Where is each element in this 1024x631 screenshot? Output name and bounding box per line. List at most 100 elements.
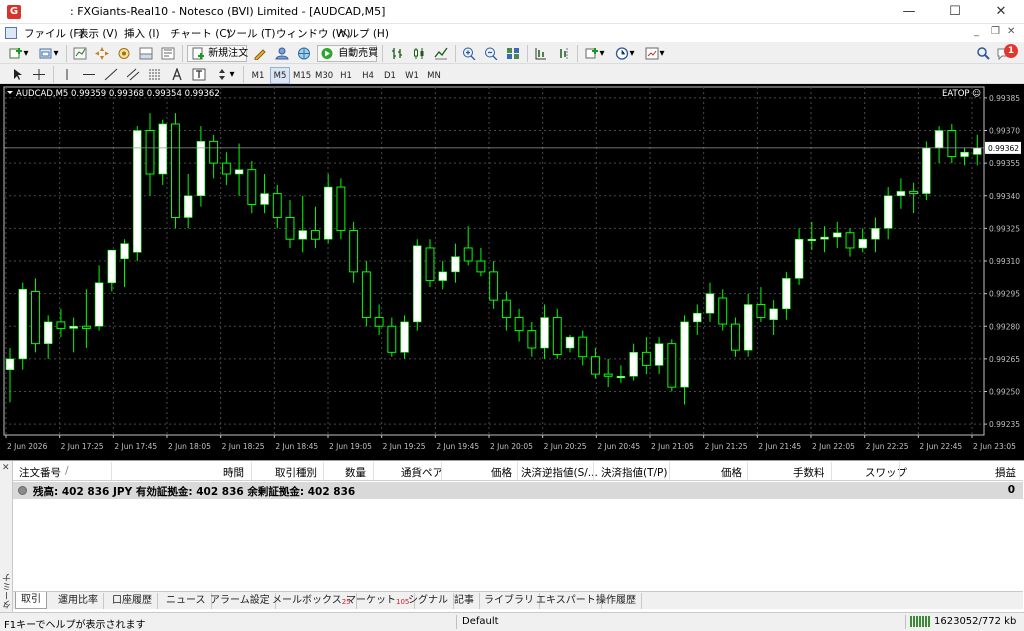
templates-button[interactable]: ▾ (642, 45, 668, 62)
timeframe-w1[interactable]: W1 (402, 67, 422, 84)
timeframe-mn[interactable]: MN (424, 67, 444, 84)
candle-body-bear (171, 123, 180, 218)
status-connection[interactable]: 1623052/772 kb (934, 616, 1016, 627)
maximize-button[interactable]: ☐ (932, 0, 978, 24)
col-profit[interactable]: 損益 (995, 465, 1016, 480)
timeframe-d1[interactable]: D1 (380, 67, 400, 84)
menu-view[interactable]: 表示 (V) (78, 26, 118, 41)
col-order[interactable]: 注文番号 (19, 465, 61, 480)
candle-body-bear (361, 271, 371, 319)
tab-alerts[interactable]: アラーム設定 (205, 593, 276, 609)
tab-exposure[interactable]: 運用比率 (53, 593, 104, 609)
col-volume[interactable]: 数量 (345, 465, 366, 480)
candle-body-bull (654, 343, 664, 366)
tab-trade[interactable]: 取引 (15, 592, 47, 609)
close-button[interactable]: ✕ (978, 0, 1024, 24)
col-price[interactable]: 価格 (491, 465, 512, 480)
fibonacci-button[interactable] (146, 66, 164, 83)
tab-news[interactable]: ニュース (161, 593, 212, 609)
bar-chart-button[interactable] (388, 45, 406, 62)
candle-body-bear (56, 321, 66, 329)
horizontal-line-icon (83, 73, 95, 75)
chart-window-icon[interactable] (5, 27, 17, 39)
mdi-minimize-button[interactable]: _ (974, 26, 979, 37)
vps-button[interactable] (295, 45, 313, 62)
candle-body-bull (413, 245, 422, 323)
col-current-price[interactable]: 価格 (721, 465, 742, 480)
col-sort-indicator: / (65, 465, 69, 477)
market-watch-button[interactable] (71, 45, 89, 62)
timeframe-h1[interactable]: H1 (336, 67, 356, 84)
search-button[interactable] (974, 45, 992, 62)
text-a-icon (172, 67, 182, 80)
menu-file[interactable]: ファイル (F) (24, 26, 84, 41)
zoom-in-button[interactable] (460, 45, 478, 62)
candle-body-bull (973, 147, 982, 155)
ea-label[interactable]: EATOP ☺ (942, 89, 981, 99)
status-profile[interactable]: Default (462, 616, 499, 627)
trendline-button[interactable] (102, 66, 120, 83)
tab-articles[interactable]: 記事 (449, 593, 480, 609)
line-chart-button[interactable] (432, 45, 450, 62)
mdi-restore-button[interactable]: ❐ (991, 26, 1000, 37)
zoom-out-button[interactable] (482, 45, 500, 62)
col-stop-loss[interactable]: 決済逆指値(S/... (521, 465, 598, 480)
col-commission[interactable]: 手数料 (793, 465, 825, 480)
col-symbol[interactable]: 通貨ペア (401, 465, 443, 480)
menu-tools[interactable]: ツール (T) (226, 26, 275, 41)
terminal-close-icon[interactable]: ✕ (2, 463, 10, 473)
connection-bars-icon (910, 616, 930, 627)
timeframe-m30[interactable]: M30 (314, 67, 334, 84)
balance-row[interactable]: 残高: 402 836 JPY 有効証拠金: 402 836 余剰証拠金: 40… (13, 482, 1023, 499)
channel-button[interactable] (124, 66, 142, 83)
tester-button[interactable] (159, 45, 177, 62)
data-window-button[interactable] (115, 45, 133, 62)
col-swap[interactable]: スワップ (865, 465, 907, 480)
price-chart[interactable]: 0.99385 0.99370 0.99355 0.99340 0.99325 0.993… (0, 84, 1024, 460)
horizontal-line-button[interactable] (80, 66, 98, 83)
text-label-button[interactable] (190, 66, 208, 83)
indicators-button[interactable]: ▾ (582, 45, 608, 62)
mdi-close-button[interactable]: ✕ (1007, 26, 1015, 37)
candlestick-chart[interactable]: 0.99385 0.99370 0.99355 0.99340 0.99325 0.993… (0, 84, 1024, 460)
cursor-button[interactable] (8, 66, 26, 83)
timeframe-m15[interactable]: M15 (292, 67, 312, 84)
col-take-profit[interactable]: 決済指値(T/P) (601, 465, 667, 480)
timeframe-h4[interactable]: H4 (358, 67, 378, 84)
menu-insert[interactable]: 挿入 (I) (124, 26, 160, 41)
symbol-dropdown-icon[interactable] (7, 91, 13, 94)
profiles-button[interactable]: ▾ (36, 45, 62, 62)
terminal-button[interactable] (137, 45, 155, 62)
col-time[interactable]: 時間 (223, 465, 244, 480)
tab-journal[interactable]: 操作履歴 (591, 593, 642, 609)
auto-trading-button[interactable]: 自動売買 (317, 45, 378, 62)
vertical-line-button[interactable] (58, 66, 76, 83)
candle-body-bull (616, 375, 626, 379)
community-button[interactable] (273, 45, 291, 62)
text-button[interactable] (168, 66, 186, 83)
metaeditor-button[interactable] (251, 45, 269, 62)
candlestick-button[interactable] (410, 45, 428, 62)
standard-toolbar: ▾ ▾ 新規注文 自動売買 ▾ ▾ ▾ (0, 42, 1024, 64)
navigator-button[interactable] (93, 45, 111, 62)
candle-body-bear (247, 169, 257, 205)
periods-button[interactable]: ▾ (612, 45, 638, 62)
menu-chart[interactable]: チャート (C) (170, 26, 231, 41)
tab-account-history[interactable]: 口座履歴 (107, 593, 158, 609)
auto-scroll-button[interactable] (532, 45, 550, 62)
chart-shift-button[interactable] (554, 45, 572, 62)
notification-badge[interactable]: 1 (1004, 44, 1018, 58)
col-type[interactable]: 取引種別 (275, 465, 317, 480)
tab-signals[interactable]: シグナル (403, 593, 454, 609)
crosshair-icon (33, 68, 45, 80)
minimize-button[interactable]: — (886, 0, 932, 24)
new-order-button[interactable]: 新規注文 (187, 45, 248, 62)
crosshair-button[interactable] (30, 66, 48, 83)
menu-help[interactable]: ヘルプ (H) (338, 26, 389, 41)
vertical-line-icon (66, 68, 68, 80)
arrows-button[interactable]: ▾ (212, 66, 238, 83)
tile-windows-button[interactable] (504, 45, 522, 62)
timeframe-m1[interactable]: M1 (248, 67, 268, 84)
new-chart-button[interactable]: ▾ (6, 45, 32, 62)
timeframe-m5[interactable]: M5 (270, 67, 290, 84)
